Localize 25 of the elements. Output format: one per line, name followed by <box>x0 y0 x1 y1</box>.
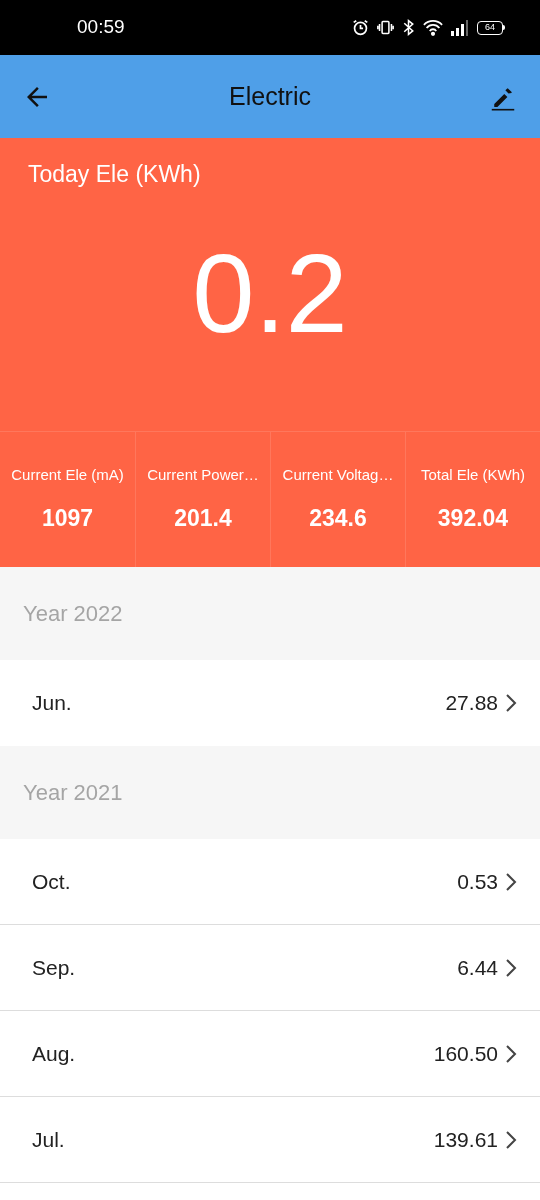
year-header: Year 2022 <box>23 600 123 628</box>
year-header: Year 2021 <box>23 779 123 807</box>
chevron-icon <box>504 1128 518 1151</box>
stat-value: 234.6 <box>309 503 367 533</box>
alarm-icon <box>352 19 369 36</box>
stat-label: Total Ele (KWh) <box>420 465 526 485</box>
chevron-icon <box>504 956 518 979</box>
stat-label: Current Voltag… <box>282 465 394 485</box>
wifi-icon <box>423 19 443 36</box>
chevron-icon <box>504 692 518 714</box>
today-value: 0.2 <box>191 238 349 350</box>
page-title: Electric <box>229 80 311 112</box>
chevron-icon <box>504 1042 518 1065</box>
chevron-icon <box>504 870 518 893</box>
stat-value: 392.04 <box>437 503 509 533</box>
stat-value: 1097 <box>41 503 94 533</box>
status-time: 00:59 <box>77 15 125 40</box>
today-label: Today Ele (KWh) <box>28 160 201 189</box>
signal-icon <box>451 19 469 36</box>
vibrate-icon <box>377 19 394 36</box>
battery-icon: 64 <box>477 20 505 35</box>
stat-label: Current Power… <box>147 465 259 485</box>
stat-value: 201.4 <box>174 503 232 533</box>
stat-label: Current Ele (mA) <box>11 465 124 485</box>
bluetooth-icon <box>402 19 415 36</box>
